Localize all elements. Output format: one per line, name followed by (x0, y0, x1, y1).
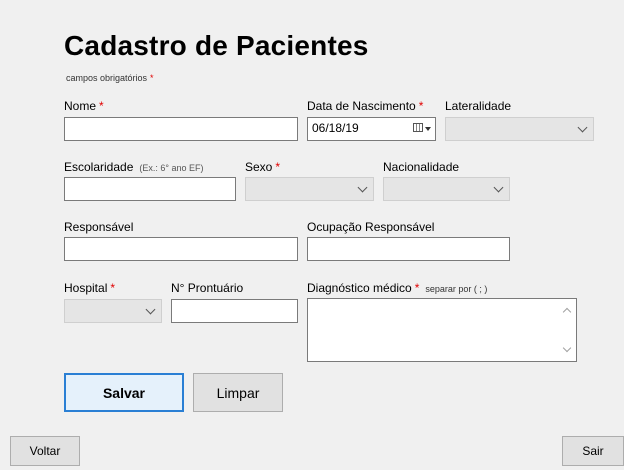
ocupacao-responsavel-label: Ocupação Responsável (307, 220, 435, 234)
textarea-scrollbar[interactable] (559, 299, 576, 361)
page-title: Cadastro de Pacientes (64, 30, 369, 61)
prontuario-label: N° Prontuário (171, 281, 244, 295)
sexo-label: Sexo * (245, 160, 280, 174)
data-nascimento-picker[interactable]: 06/18/19 (307, 117, 436, 141)
responsavel-label: Responsável (64, 220, 134, 234)
sair-button[interactable]: Sair (562, 436, 624, 466)
calendar-icon[interactable] (413, 123, 423, 132)
diagnostico-label: Diagnóstico médico * separar por ( ; ) (307, 281, 487, 296)
nome-required-mark: * (99, 99, 104, 113)
hospital-label-text: Hospital (64, 281, 108, 295)
escolaridade-label: Escolaridade (Ex.: 6° ano EF) (64, 160, 204, 175)
salvar-button[interactable]: Salvar (64, 373, 184, 412)
limpar-button[interactable]: Limpar (193, 373, 283, 412)
nome-label-text: Nome (64, 99, 97, 113)
nacionalidade-label: Nacionalidade (383, 160, 460, 174)
diagnostico-required-mark: * (414, 281, 420, 295)
data-nascimento-value: 06/18/19 (312, 121, 359, 135)
escolaridade-input[interactable] (64, 177, 236, 201)
hospital-required-mark: * (110, 281, 116, 295)
escolaridade-label-text: Escolaridade (64, 160, 134, 174)
scroll-up-icon[interactable] (562, 307, 572, 317)
data-nascimento-label-text: Data de Nascimento (307, 99, 416, 113)
chevron-down-icon (145, 304, 156, 315)
responsavel-input[interactable] (64, 237, 298, 261)
required-note-text: campos obrigatórios (66, 73, 148, 83)
sexo-select[interactable] (245, 177, 374, 201)
sexo-label-text: Sexo (245, 160, 273, 174)
escolaridade-hint: (Ex.: 6° ano EF) (139, 163, 204, 173)
sexo-required-mark: * (275, 160, 281, 174)
prontuario-input[interactable] (171, 299, 298, 323)
nacionalidade-select[interactable] (383, 177, 510, 201)
voltar-button[interactable]: Voltar (10, 436, 80, 466)
chevron-down-icon (357, 182, 368, 193)
data-nascimento-label: Data de Nascimento * (307, 99, 423, 113)
diagnostico-hint: separar por ( ; ) (425, 284, 488, 294)
nome-input[interactable] (64, 117, 298, 141)
required-asterisk: * (150, 73, 154, 83)
nome-label: Nome * (64, 99, 104, 113)
diagnostico-textarea[interactable] (307, 298, 577, 362)
lateralidade-select[interactable] (445, 117, 594, 141)
chevron-down-icon (493, 182, 504, 193)
ocupacao-responsavel-input[interactable] (307, 237, 510, 261)
dropdown-arrow-icon[interactable] (425, 127, 431, 131)
lateralidade-label: Lateralidade (445, 99, 512, 113)
data-nascimento-required-mark: * (418, 99, 424, 113)
scroll-down-icon[interactable] (562, 343, 572, 353)
required-note: campos obrigatórios * (66, 72, 154, 84)
hospital-label: Hospital * (64, 281, 115, 295)
hospital-select[interactable] (64, 299, 162, 323)
chevron-down-icon (577, 122, 588, 133)
diagnostico-label-text: Diagnóstico médico (307, 281, 412, 295)
